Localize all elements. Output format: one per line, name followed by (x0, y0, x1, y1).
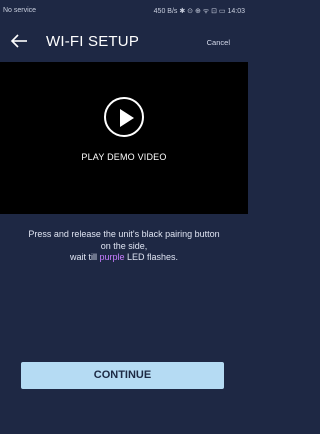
system-status-icons: 450 B/s ✱ ⊙ ⊕ ᯤ ⊡ ▭ 14:03 (153, 8, 245, 15)
purple-highlight: purple (99, 252, 125, 262)
continue-button[interactable]: CONTINUE (21, 362, 224, 389)
arrow-left-icon[interactable] (8, 30, 30, 52)
app-header: WI-FI SETUP Cancel (0, 22, 248, 62)
demo-video-panel[interactable]: PLAY DEMO VIDEO (0, 62, 248, 214)
page-title: WI-FI SETUP (46, 33, 140, 50)
instruction-line-1: Press and release the unit's black pairi… (28, 229, 220, 251)
play-icon (120, 109, 134, 127)
carrier-status: No service (3, 7, 37, 14)
cancel-button[interactable]: Cancel (207, 38, 230, 47)
instruction-line-2-end: LED flashes. (124, 252, 179, 262)
play-demo-video-label: PLAY DEMO VIDEO (81, 152, 167, 162)
play-button[interactable] (104, 97, 144, 137)
pairing-instructions: Press and release the unit's black pairi… (26, 229, 222, 264)
status-bar: No service 450 B/s ✱ ⊙ ⊕ ᯤ ⊡ ▭ 14:03 (0, 0, 248, 22)
instruction-line-2-start: wait till (69, 252, 100, 262)
